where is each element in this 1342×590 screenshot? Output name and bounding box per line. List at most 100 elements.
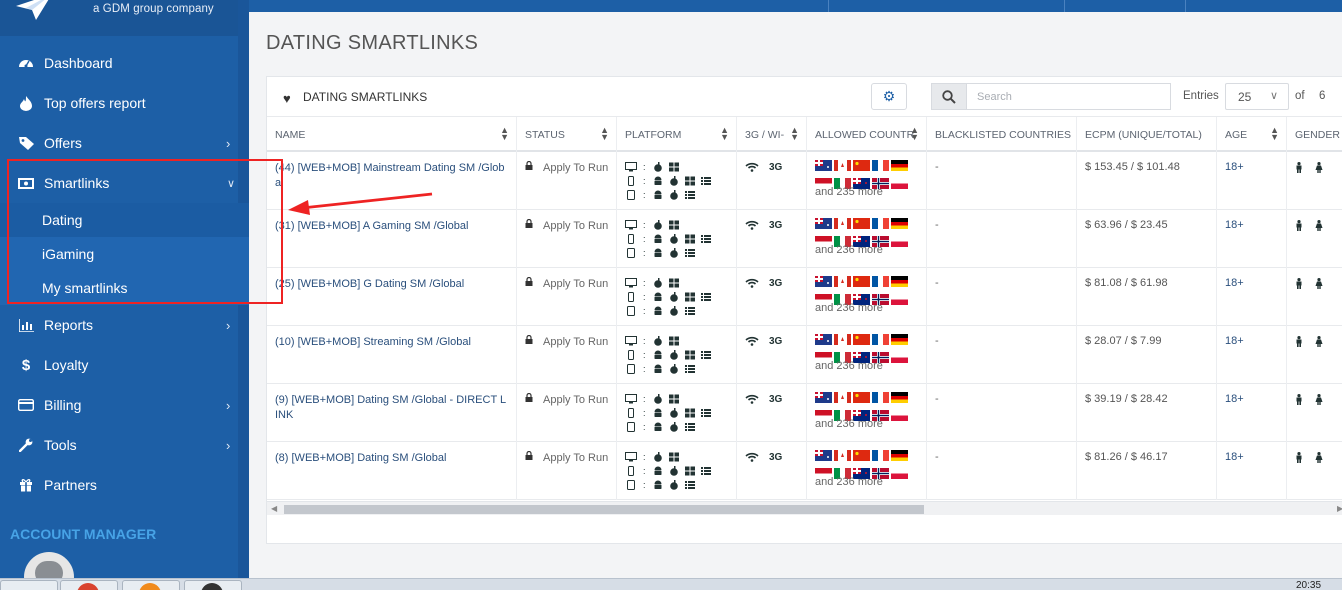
france-flag-icon: [872, 276, 889, 287]
horizontal-scrollbar[interactable]: ◀ ▶: [267, 501, 1342, 515]
germany-flag-icon: [891, 334, 908, 345]
apple-icon: [669, 176, 678, 186]
taskbar-app[interactable]: [184, 580, 242, 590]
more-countries-link[interactable]: and 236 more: [815, 418, 883, 430]
more-countries-link[interactable]: and 236 more: [815, 302, 883, 314]
smartlink-name-link[interactable]: (25) [WEB+MOB] G Dating SM /Global: [275, 277, 507, 292]
column-header-age[interactable]: AGE ▲ ▼: [1217, 117, 1287, 152]
sort-icon: ▲ ▼: [600, 125, 609, 142]
more-countries-link[interactable]: and 236 more: [815, 244, 883, 256]
scroll-right-icon[interactable]: ▶: [1337, 502, 1342, 516]
apply-to-run-link[interactable]: Apply To Run: [543, 336, 608, 348]
smartlink-name-link[interactable]: (31) [WEB+MOB] A Gaming SM /Global: [275, 219, 507, 234]
dashboard-icon: [18, 55, 34, 71]
sidebar-item-label: Loyalty: [44, 357, 89, 373]
sort-icon: ▲ ▼: [720, 125, 729, 142]
cell-connection: 3G: [737, 326, 807, 384]
sidebar-item-offers[interactable]: Offers ›: [0, 123, 249, 163]
sidebar-item-reports[interactable]: Reports ›: [0, 305, 249, 345]
connection-type: 3G: [769, 394, 783, 405]
entries-value: 25: [1238, 90, 1252, 104]
more-countries-link[interactable]: and 235 more: [815, 186, 883, 198]
entries-select[interactable]: 25 ∨: [1225, 83, 1289, 110]
apply-to-run-link[interactable]: Apply To Run: [543, 278, 608, 290]
brand-tagline: a GDM group company: [93, 3, 214, 15]
column-header-allowed-countries[interactable]: ALLOWED COUNTR ▲ ▼: [807, 117, 927, 152]
cell-status: Apply To Run: [517, 268, 617, 326]
list-icon: [700, 177, 711, 185]
blacklisted-value: -: [935, 393, 939, 405]
scroll-left-icon[interactable]: ◀: [271, 502, 277, 516]
platform-tablet: :: [625, 422, 700, 432]
china-flag-icon: [853, 392, 870, 403]
search-button[interactable]: [931, 83, 967, 110]
apply-to-run-link[interactable]: Apply To Run: [543, 220, 608, 232]
cell-gender: [1287, 442, 1342, 500]
column-header-gender[interactable]: GENDER: [1287, 117, 1342, 152]
table-row[interactable]: (8) [WEB+MOB] Dating SM /Global Apply To …: [267, 442, 1342, 500]
column-header-blacklisted-countries[interactable]: BLACKLISTED COUNTRIES: [927, 117, 1077, 152]
lock-icon: [525, 161, 533, 170]
more-countries-link[interactable]: and 236 more: [815, 360, 883, 372]
apply-to-run-link[interactable]: Apply To Run: [543, 394, 608, 406]
canada-flag-icon: [834, 160, 851, 171]
credit-card-icon: [18, 397, 34, 413]
sidebar-item-loyalty[interactable]: $ Loyalty: [0, 345, 249, 385]
cell-name: (10) [WEB+MOB] Streaming SM /Global: [267, 326, 517, 384]
more-countries-link[interactable]: and 236 more: [815, 476, 883, 488]
cell-status: Apply To Run: [517, 152, 617, 210]
germany-flag-icon: [891, 160, 908, 171]
cell-gender: [1287, 210, 1342, 268]
platform-tablet: :: [625, 364, 700, 374]
smartlink-name-link[interactable]: (10) [WEB+MOB] Streaming SM /Global: [275, 335, 507, 350]
female-icon: [1315, 278, 1323, 289]
taskbar-app[interactable]: [60, 580, 118, 590]
apply-to-run-link[interactable]: Apply To Run: [543, 162, 608, 174]
sidebar-item-partners[interactable]: Partners: [0, 465, 249, 505]
scrollbar-thumb[interactable]: [284, 505, 924, 514]
sidebar-item-tools[interactable]: Tools ›: [0, 425, 249, 465]
apply-to-run-link[interactable]: Apply To Run: [543, 452, 608, 464]
mobile-icon: [628, 466, 634, 476]
cell-status: Apply To Run: [517, 210, 617, 268]
start-button[interactable]: [0, 580, 58, 590]
france-flag-icon: [872, 160, 889, 171]
chevron-right-icon: ›: [226, 397, 231, 413]
column-header-connection[interactable]: 3G / WI- ▲ ▼: [737, 117, 807, 152]
france-flag-icon: [872, 450, 889, 461]
column-header-ecpm[interactable]: ECPM (UNIQUE/TOTAL): [1077, 117, 1217, 152]
mobile-icon: [628, 350, 634, 360]
table-row[interactable]: (10) [WEB+MOB] Streaming SM /Global Apply…: [267, 326, 1342, 384]
column-header-platform[interactable]: PLATFORM ▲ ▼: [617, 117, 737, 152]
search-icon: [942, 89, 956, 104]
table-row[interactable]: (9) [WEB+MOB] Dating SM /Global - DIRECT…: [267, 384, 1342, 442]
taskbar-app[interactable]: [122, 580, 180, 590]
table-row[interactable]: (25) [WEB+MOB] G Dating SM /Global Apply …: [267, 268, 1342, 326]
column-header-status[interactable]: STATUS ▲ ▼: [517, 117, 617, 152]
sort-icon: ▲ ▼: [910, 125, 919, 142]
platform-mobile: :: [625, 234, 716, 244]
cell-ecpm: $ 81.08 / $ 61.98: [1077, 268, 1217, 326]
sidebar-item-dashboard[interactable]: Dashboard: [0, 43, 249, 83]
sidebar-item-billing[interactable]: Billing ›: [0, 385, 249, 425]
smartlink-name-link[interactable]: (8) [WEB+MOB] Dating SM /Global: [275, 451, 507, 466]
paper-plane-logo-icon[interactable]: [14, 0, 54, 22]
sidebar-item-top-offers[interactable]: Top offers report: [0, 83, 249, 123]
age-value: 18+: [1225, 335, 1244, 347]
desktop-icon: [625, 394, 637, 404]
column-header-name[interactable]: NAME ▲ ▼: [267, 117, 517, 152]
desktop-icon: [625, 162, 637, 172]
list-icon: [684, 191, 695, 199]
cell-name: (25) [WEB+MOB] G Dating SM /Global: [267, 268, 517, 326]
australia-flag-icon: [815, 450, 832, 461]
apple-icon: [669, 408, 678, 418]
smartlink-name-link[interactable]: (44) [WEB+MOB] Mainstream Dating SM /Glo…: [275, 161, 507, 191]
canada-flag-icon: [834, 218, 851, 229]
smartlink-name-link[interactable]: (9) [WEB+MOB] Dating SM /Global - DIRECT…: [275, 393, 507, 423]
settings-button[interactable]: ⚙: [871, 83, 907, 110]
search-input[interactable]: [966, 83, 1171, 110]
windows-icon: [668, 162, 679, 172]
cell-blacklisted: -: [927, 152, 1077, 210]
germany-flag-icon: [891, 450, 908, 461]
list-icon: [700, 293, 711, 301]
